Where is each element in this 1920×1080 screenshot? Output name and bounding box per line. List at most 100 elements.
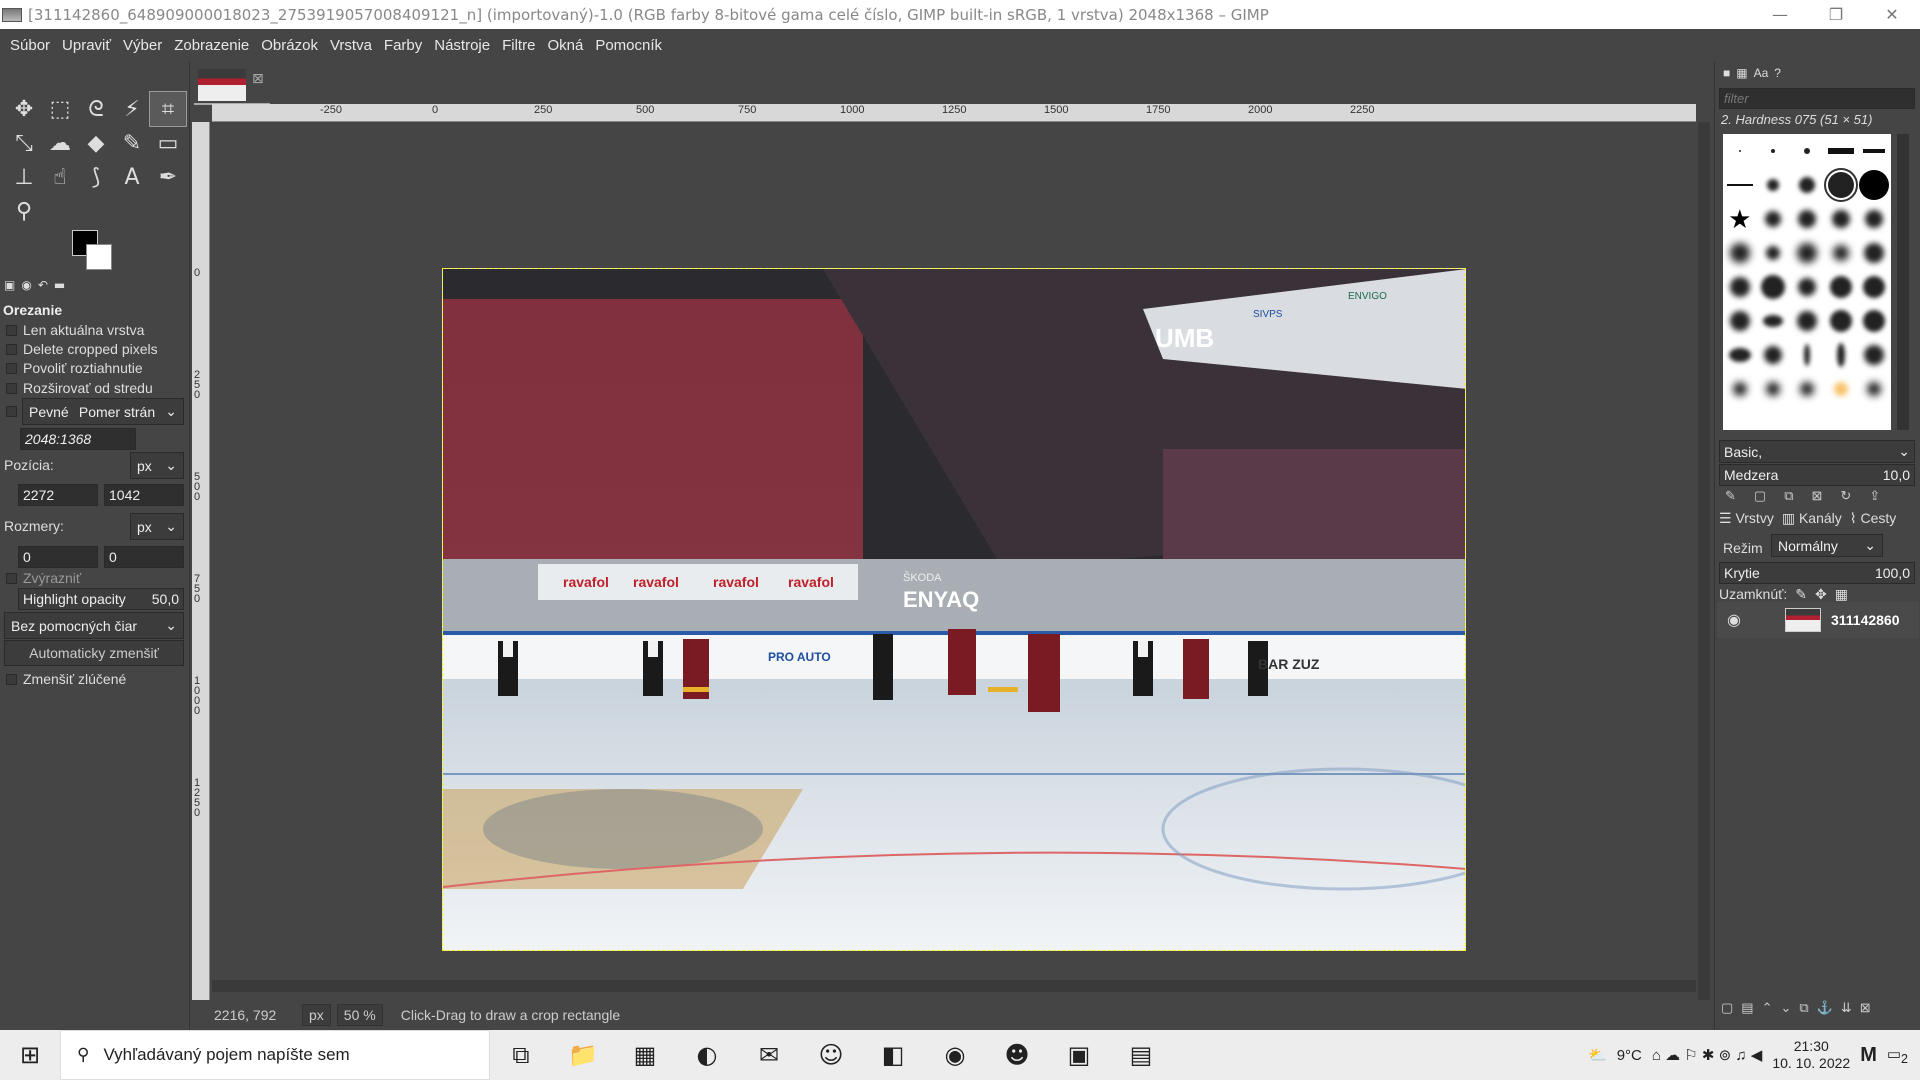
brush-item[interactable] <box>1796 243 1817 263</box>
brushes-tab-icon[interactable]: ■ <box>1723 66 1730 80</box>
menu-tools[interactable]: Nástroje <box>428 37 496 54</box>
menu-layer[interactable]: Vrstva <box>324 37 378 54</box>
brush-item[interactable] <box>1863 149 1886 153</box>
lock-alpha-icon[interactable]: ▦ <box>1835 586 1848 603</box>
eraser-icon[interactable]: ▭ <box>150 126 186 160</box>
merge-layer-icon[interactable]: ⇊ <box>1841 1000 1852 1016</box>
brush-item[interactable] <box>1764 346 1783 364</box>
fixed-mode-dropdown[interactable]: Pevné Pomer strán ⌄ <box>22 398 184 425</box>
brush-item[interactable] <box>1799 382 1814 396</box>
brush-item[interactable] <box>1863 310 1886 332</box>
brush-item[interactable] <box>1798 177 1815 193</box>
close-tab-icon[interactable]: ⊠ <box>252 71 264 87</box>
brush-item[interactable] <box>1797 278 1816 296</box>
brush-item[interactable] <box>1865 210 1884 228</box>
expand-center-checkbox[interactable]: Rozširovať od stredu <box>6 380 153 396</box>
vertical-ruler[interactable]: 0 250 500 750 1000 1250 <box>192 122 210 1000</box>
brush-item[interactable] <box>1763 315 1784 327</box>
position-unit-dropdown[interactable]: px ⌄ <box>130 452 184 479</box>
menu-image[interactable]: Obrázok <box>255 37 324 54</box>
guides-dropdown[interactable]: Bez pomocných čiar ⌄ <box>4 612 184 639</box>
layers-tab[interactable]: ☰ Vrstvy <box>1719 510 1774 527</box>
brush-item[interactable] <box>1767 179 1780 191</box>
zoom-dropdown[interactable]: 50 % <box>336 1004 383 1026</box>
brush-item[interactable] <box>1864 345 1885 365</box>
vertical-scrollbar[interactable] <box>1698 122 1710 1000</box>
unit-dropdown[interactable]: px <box>302 1004 331 1026</box>
lock-pixels-icon[interactable]: ✎ <box>1795 586 1807 603</box>
bucket-fill-icon[interactable]: ◆ <box>78 126 114 160</box>
brush-item[interactable] <box>1803 344 1810 366</box>
brush-set-dropdown[interactable]: Basic, ⌄ <box>1719 440 1915 463</box>
highlight-opacity-slider[interactable]: Highlight opacity 50,0 <box>18 588 184 610</box>
brush-item[interactable] <box>1766 382 1781 396</box>
menu-view[interactable]: Zobrazenie <box>168 37 255 54</box>
menu-help[interactable]: Pomocník <box>589 37 668 54</box>
office-icon[interactable]: ◧ <box>862 1030 924 1080</box>
brush-item[interactable] <box>1729 243 1750 263</box>
raise-layer-icon[interactable]: ⌃ <box>1762 1000 1773 1016</box>
menu-edit[interactable]: Upraviť <box>56 37 117 54</box>
discord-icon[interactable]: ☻ <box>986 1030 1048 1080</box>
brush-item-selected[interactable] <box>1823 168 1858 202</box>
menu-file[interactable]: Súbor <box>4 37 56 54</box>
open-brush-folder-icon[interactable]: ⇪ <box>1869 488 1880 504</box>
new-brush-icon[interactable]: ▢ <box>1754 488 1766 504</box>
close-button[interactable]: ✕ <box>1864 0 1920 29</box>
tray-icons[interactable]: ⌂ ☁ ⚐ ✱ ⊚ ♫ ◀ <box>1652 1046 1762 1064</box>
brush-item[interactable] <box>1831 210 1850 228</box>
brush-item[interactable] <box>1863 276 1886 298</box>
brush-filter-input[interactable]: filter <box>1719 88 1915 109</box>
minimize-button[interactable]: — <box>1752 0 1808 29</box>
delete-layer-icon[interactable]: ⊠ <box>1860 1000 1871 1016</box>
brush-item[interactable] <box>1864 243 1885 263</box>
notification-icon[interactable]: ▭2 <box>1887 1045 1908 1066</box>
weather-icon[interactable]: ⛅ <box>1588 1046 1607 1064</box>
file-explorer-icon[interactable]: 📁 <box>552 1030 614 1080</box>
device-status-tab-icon[interactable]: ◉ <box>21 278 31 296</box>
layer-row[interactable]: ◉ 311142860 <box>1717 602 1919 638</box>
spotify-icon[interactable]: ◉ <box>924 1030 986 1080</box>
tool-options-tab-icon[interactable]: ▣ <box>4 278 15 296</box>
images-tab-icon[interactable]: ▬ <box>54 278 65 296</box>
brush-item[interactable] <box>1829 310 1852 332</box>
brush-item[interactable] <box>1726 184 1753 186</box>
brush-item[interactable] <box>1827 148 1854 154</box>
brush-item[interactable] <box>1797 210 1816 228</box>
maximize-button[interactable]: ❐ <box>1808 0 1864 29</box>
shrink-merged-checkbox[interactable]: Zmenšiť zlúčené <box>6 671 126 687</box>
brush-item[interactable] <box>1803 148 1810 154</box>
brush-item[interactable] <box>1765 211 1782 227</box>
fg-bg-color-selector[interactable] <box>72 230 122 280</box>
new-layer-icon[interactable]: ▢ <box>1721 1000 1733 1016</box>
horizontal-scrollbar[interactable] <box>212 980 1696 992</box>
fuzzy-select-icon[interactable]: ⚡ <box>114 92 150 126</box>
undo-history-tab-icon[interactable]: ↶ <box>38 278 48 296</box>
rect-select-icon[interactable]: ⬚ <box>42 92 78 126</box>
transform-tool-icon[interactable]: ⤡ <box>6 126 42 160</box>
fixed-checkbox[interactable] <box>6 406 17 417</box>
fonts-tab-icon[interactable]: Aa <box>1754 66 1769 80</box>
task-view-icon[interactable]: ⧉ <box>490 1030 552 1080</box>
refresh-brushes-icon[interactable]: ↻ <box>1840 488 1851 504</box>
edit-brush-icon[interactable]: ✎ <box>1725 488 1736 504</box>
allow-growing-checkbox[interactable]: Povoliť roztiahnutie <box>6 360 143 376</box>
lasso-icon[interactable]: ᘓ <box>78 92 114 126</box>
clock[interactable]: 21:30 10. 10. 2022 <box>1772 1038 1850 1072</box>
menu-colors[interactable]: Farby <box>378 37 428 54</box>
edge-icon[interactable]: ◐ <box>676 1030 738 1080</box>
brush-item[interactable] <box>1867 382 1882 396</box>
anchor-layer-icon[interactable]: ⚓ <box>1817 1000 1833 1016</box>
size-unit-dropdown[interactable]: px ⌄ <box>130 513 184 540</box>
position-y-input[interactable]: 1042 <box>104 484 184 506</box>
smudge-tool-icon[interactable]: ☝ <box>42 160 78 194</box>
taskbar-search-box[interactable]: ⚲ Vyhľadávaný pojem napíšte sem <box>60 1030 490 1080</box>
brush-item[interactable] <box>1832 245 1849 261</box>
paintbrush-icon[interactable]: ✎ <box>114 126 150 160</box>
image-viewer-icon[interactable]: ▤ <box>1110 1030 1172 1080</box>
brush-item[interactable] <box>1836 343 1845 367</box>
hockey-photo[interactable]: ravafol ravafol ravafol ravafol ŠKODA EN… <box>442 268 1466 951</box>
background-color-swatch[interactable] <box>86 244 112 270</box>
menu-select[interactable]: Výber <box>117 37 168 54</box>
new-group-icon[interactable]: ▤ <box>1741 1000 1753 1016</box>
